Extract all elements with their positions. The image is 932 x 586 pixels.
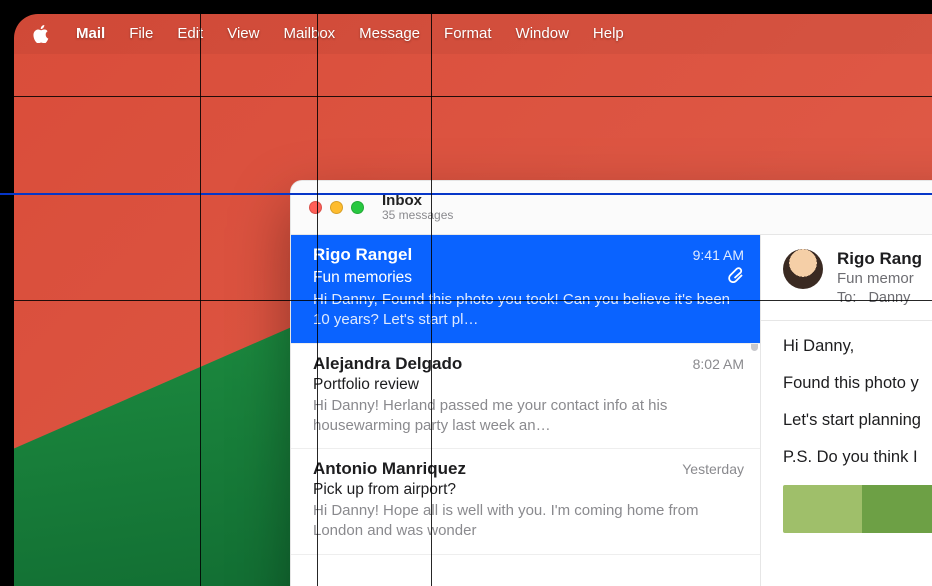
reading-to: To: Danny <box>837 290 932 306</box>
menu-window[interactable]: Window <box>504 14 581 54</box>
menu-mailbox[interactable]: Mailbox <box>271 14 347 54</box>
message-subject: Pick up from airport? <box>313 481 456 499</box>
message-time: 9:41 AM <box>693 247 744 263</box>
reading-body: Hi Danny, Found this photo y Let's start… <box>783 337 932 467</box>
avatar <box>783 249 823 289</box>
reading-to-name: Danny <box>868 290 910 306</box>
message-preview: Hi Danny! Hope all is well with you. I'm… <box>313 501 744 542</box>
titlebar: Inbox 35 messages <box>291 181 932 235</box>
email-attachment-image[interactable] <box>783 485 932 533</box>
message-row[interactable]: Alejandra Delgado 8:02 AM Portfolio revi… <box>291 344 760 450</box>
message-subject: Fun memories <box>313 269 412 287</box>
reading-line: Found this photo y <box>783 374 932 393</box>
reading-line: Let's start planning <box>783 411 932 430</box>
message-time: 8:02 AM <box>693 356 744 372</box>
mail-window: Inbox 35 messages <box>290 180 932 586</box>
message-row[interactable]: Rigo Rangel 9:41 AM Fun memories Hi Dann… <box>291 235 760 344</box>
minimize-button[interactable] <box>330 201 343 214</box>
reading-pane: Rigo Rang Fun memor To: Danny Hi Danny, <box>761 235 932 586</box>
menu-help[interactable]: Help <box>581 14 636 54</box>
message-sender: Antonio Manriquez <box>313 459 682 479</box>
menu-edit[interactable]: Edit <box>165 14 215 54</box>
message-preview: Hi Danny! Herland passed me your contact… <box>313 396 744 437</box>
mailbox-subtitle: 35 messages <box>382 209 453 223</box>
reading-line: P.S. Do you think I <box>783 448 932 467</box>
message-time: Yesterday <box>682 461 744 477</box>
message-preview: Hi Danny, Found this photo you took! Can… <box>313 290 744 331</box>
close-button[interactable] <box>309 201 322 214</box>
paperclip-icon <box>728 267 744 288</box>
apple-menu-icon[interactable] <box>32 25 50 43</box>
message-subject: Portfolio review <box>313 376 419 394</box>
reading-to-label: To: <box>837 290 856 306</box>
message-sender: Rigo Rangel <box>313 245 693 265</box>
reading-line: Hi Danny, <box>783 337 932 356</box>
divider <box>761 320 932 321</box>
menu-file[interactable]: File <box>117 14 165 54</box>
message-list[interactable]: Rigo Rangel 9:41 AM Fun memories Hi Dann… <box>291 235 761 586</box>
menu-message[interactable]: Message <box>347 14 432 54</box>
menubar: Mail File Edit View Mailbox Message Form… <box>14 14 932 54</box>
menu-format[interactable]: Format <box>432 14 504 54</box>
menu-app-name[interactable]: Mail <box>64 14 117 54</box>
window-controls <box>309 201 364 214</box>
reading-subject: Fun memor <box>837 270 932 287</box>
reading-sender: Rigo Rang <box>837 249 932 269</box>
zoom-button[interactable] <box>351 201 364 214</box>
message-sender: Alejandra Delgado <box>313 354 693 374</box>
mailbox-title: Inbox <box>382 192 453 209</box>
menu-view[interactable]: View <box>215 14 271 54</box>
message-row[interactable]: Antonio Manriquez Yesterday Pick up from… <box>291 449 760 555</box>
